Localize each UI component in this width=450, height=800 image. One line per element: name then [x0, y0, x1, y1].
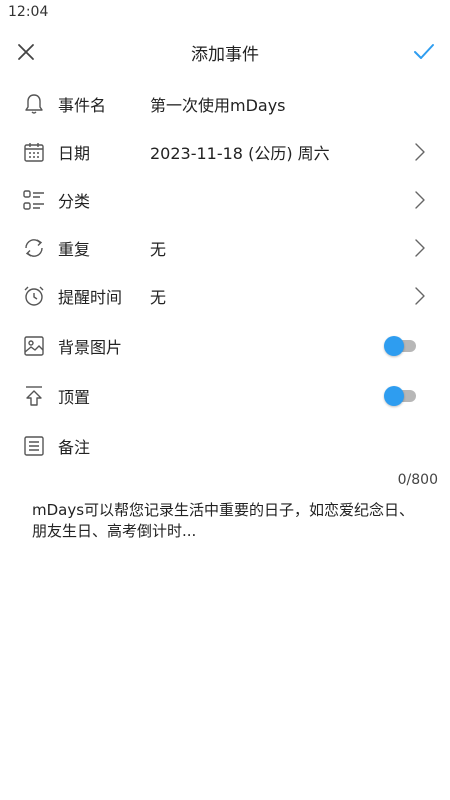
confirm-button[interactable] — [410, 38, 438, 66]
status-bar: 12:04 — [0, 0, 450, 26]
chevron-right-icon — [415, 239, 425, 257]
chevron-right-icon — [415, 287, 425, 305]
page-title: 添加事件 — [191, 45, 259, 65]
toggle-knob — [384, 336, 404, 356]
toggle-knob — [384, 386, 404, 406]
date-label: 日期 — [58, 144, 91, 163]
pin-top-row: 顶置 — [0, 372, 450, 420]
repeat-label: 重复 — [58, 240, 91, 259]
background-image-toggle[interactable] — [384, 336, 418, 356]
background-image-label: 背景图片 — [58, 338, 123, 357]
note-icon — [24, 436, 44, 456]
app-bar: 添加事件 — [0, 26, 450, 78]
event-name-row[interactable]: 事件名 第一次使用mDays — [0, 80, 450, 128]
image-icon — [24, 336, 44, 356]
notes-char-counter: 0/800 — [397, 472, 438, 488]
pin-top-icon — [26, 386, 42, 406]
chevron-right-icon — [415, 143, 425, 161]
pin-top-toggle[interactable] — [384, 386, 418, 406]
alarm-icon — [24, 286, 44, 306]
reminder-label: 提醒时间 — [58, 288, 123, 307]
status-time: 12:04 — [8, 4, 49, 20]
pin-top-label: 顶置 — [58, 388, 91, 407]
background-image-row: 背景图片 — [0, 322, 450, 370]
reminder-value: 无 — [150, 288, 167, 307]
calendar-icon — [24, 143, 44, 162]
repeat-value: 无 — [150, 240, 167, 259]
category-row[interactable]: 分类 — [0, 176, 450, 224]
reminder-row[interactable]: 提醒时间 无 — [0, 272, 450, 320]
notes-input[interactable]: mDays可以帮您记录生活中重要的日子，如恋爱纪念日、朋友生日、高考倒计时... — [32, 500, 422, 542]
check-icon — [414, 44, 434, 59]
repeat-icon — [25, 239, 43, 257]
chevron-right-icon — [415, 191, 425, 209]
event-name-value[interactable]: 第一次使用mDays — [150, 92, 286, 116]
list-icon — [23, 190, 44, 210]
bell-icon — [25, 94, 43, 114]
repeat-row[interactable]: 重复 无 — [0, 224, 450, 272]
event-name-label: 事件名 — [58, 96, 107, 115]
date-row[interactable]: 日期 2023-11-18 (公历) 周六 — [0, 128, 450, 176]
category-label: 分类 — [58, 192, 91, 211]
notes-row: 备注 — [0, 422, 450, 470]
date-value: 2023-11-18 (公历) 周六 — [150, 144, 330, 163]
notes-label: 备注 — [58, 438, 91, 457]
